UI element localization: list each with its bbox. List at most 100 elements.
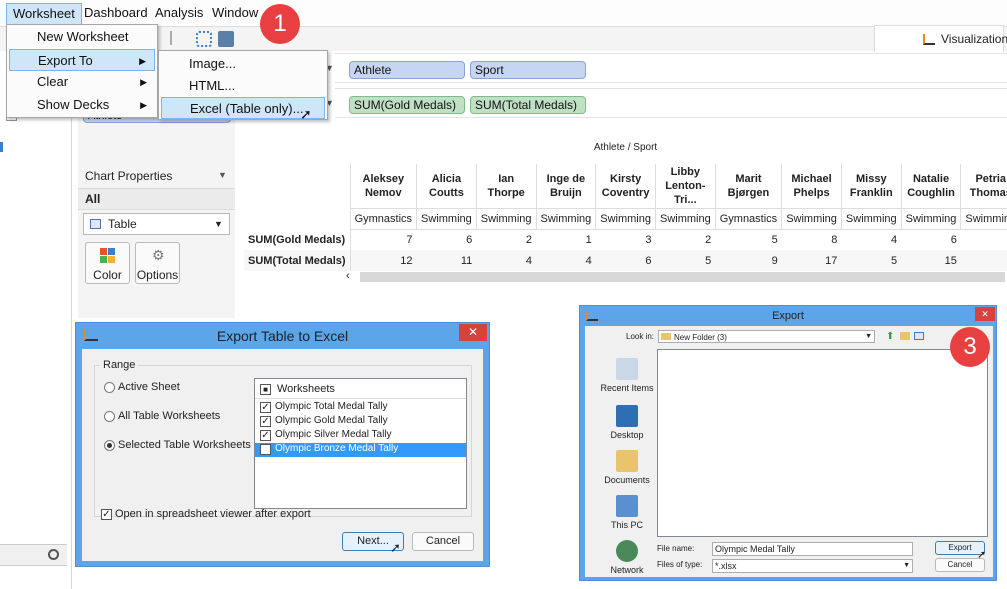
chart-properties-label: Chart Properties: [85, 169, 173, 183]
menu-dashboard[interactable]: Dashboard: [84, 5, 148, 20]
horizontal-scrollbar[interactable]: ‹: [344, 270, 1007, 284]
columns-shelf[interactable]: Athlete Sport: [335, 53, 1007, 83]
athlete-header: Libby Lenton-Tri...: [654, 164, 716, 208]
data-source-icon[interactable]: [218, 31, 234, 47]
cancel-button[interactable]: Cancel: [935, 558, 985, 572]
table-cell: 4: [961, 250, 1007, 271]
scroll-left-icon[interactable]: ‹: [346, 270, 350, 282]
chart-type-select[interactable]: Table ▼: [83, 213, 230, 235]
menu-worksheet[interactable]: Worksheet: [6, 3, 82, 25]
bar-chart-icon[interactable]: [170, 31, 180, 45]
athlete-header: Petria Thomas: [960, 164, 1007, 208]
menu-analysis[interactable]: Analysis: [155, 5, 203, 20]
table-cell: 17: [825, 254, 838, 267]
chart-type-label: Table: [108, 217, 137, 231]
files-of-type-select[interactable]: *.xlsx ▼: [712, 559, 913, 573]
desktop-icon: [616, 405, 638, 427]
worksheet-checkbox[interactable]: ✓: [260, 402, 271, 413]
select-all-checkbox[interactable]: ■: [260, 384, 271, 395]
table-cell: 6: [466, 233, 473, 246]
sport-header-row: Gymnastics Swimming Swimming Swimming Sw…: [244, 207, 1007, 230]
up-folder-icon[interactable]: ⬆: [886, 331, 894, 342]
place-network[interactable]: Network: [595, 540, 659, 575]
crosstab-table: Aleksey Nemov Alicia Coutts Ian Thorpe I…: [244, 164, 1007, 271]
look-in-label: Look in:: [626, 332, 655, 341]
list-item[interactable]: Olympic Bronze Medal Tally: [255, 443, 466, 457]
options-button[interactable]: ⚙ Options: [135, 242, 180, 284]
field-search-bar[interactable]: [0, 544, 67, 566]
place-documents[interactable]: Documents: [595, 450, 659, 485]
rows-pill-gold[interactable]: SUM(Gold Medals): [349, 96, 465, 114]
radio-label: Active Sheet: [118, 381, 180, 393]
worksheet-checkbox[interactable]: ✓: [260, 416, 271, 427]
files-of-type-label: Files of type:: [657, 560, 703, 569]
crosstab-title: Athlete / Sport: [593, 142, 658, 153]
search-icon[interactable]: [48, 549, 59, 560]
rows-shelf[interactable]: SUM(Gold Medals) SUM(Total Medals): [335, 88, 1007, 118]
chevron-right-icon: ▶: [139, 56, 146, 66]
worksheet-name: Olympic Bronze Medal Tally: [275, 443, 399, 454]
row-header: SUM(Gold Medals): [244, 229, 351, 250]
list-item[interactable]: ✓ Olympic Gold Medal Tally: [255, 415, 466, 429]
cursor-icon: ➚: [390, 540, 401, 555]
list-item[interactable]: ✓ Olympic Silver Medal Tally: [255, 429, 466, 443]
look-in-select[interactable]: New Folder (3) ▼: [658, 330, 875, 343]
chart-properties-panel: Chart Properties ▼ All Table ▼ Color ⚙ O…: [78, 162, 235, 318]
radio-selected-worksheets[interactable]: [104, 440, 115, 451]
columns-pill-sport[interactable]: Sport: [470, 61, 586, 79]
worksheet-name: Olympic Total Medal Tally: [275, 401, 388, 412]
columns-pill-athlete[interactable]: Athlete: [349, 61, 465, 79]
worksheet-menu: New Worksheet Export To ▶ Clear ▶ Show Dec…: [6, 24, 158, 118]
menu-item-new-worksheet[interactable]: New Worksheet: [9, 26, 155, 48]
menu-item-image[interactable]: Image...: [161, 53, 325, 75]
file-name-input[interactable]: Olympic Medal Tally: [712, 542, 913, 556]
radio-active-sheet[interactable]: [104, 382, 115, 393]
worksheet-checkbox[interactable]: [260, 444, 271, 455]
chevron-down-icon: ▼: [865, 333, 872, 340]
list-item[interactable]: ✓ Olympic Total Medal Tally: [255, 401, 466, 415]
table-cell: 4: [585, 254, 592, 267]
table-cell: 2: [525, 233, 533, 246]
worksheet-name: Olympic Gold Medal Tally: [275, 415, 388, 426]
sport-header: Swimming: [416, 207, 477, 230]
table-cell: 7: [406, 233, 413, 246]
menu-item-html[interactable]: HTML...: [161, 75, 325, 97]
scrollbar-thumb[interactable]: [360, 272, 1005, 282]
folder-icon: [661, 333, 671, 340]
cancel-button[interactable]: Cancel: [412, 532, 474, 551]
athlete-header-row: Aleksey Nemov Alicia Coutts Ian Thorpe I…: [244, 164, 1007, 208]
menu-item-show-decks[interactable]: Show Decks ▶: [9, 94, 155, 116]
table-cell: 2: [705, 233, 712, 246]
chevron-down-icon: ▼: [214, 219, 223, 229]
place-desktop[interactable]: Desktop: [595, 405, 659, 440]
sport-header: Swimming: [960, 207, 1007, 230]
radio-all-worksheets[interactable]: [104, 411, 115, 422]
athlete-header: Missy Franklin: [840, 164, 902, 208]
table-cell: 6: [950, 233, 957, 246]
new-folder-icon[interactable]: [900, 332, 910, 340]
radio-label: Selected Table Worksheets: [118, 439, 251, 451]
close-button[interactable]: ✕: [975, 307, 995, 321]
color-button[interactable]: Color: [85, 242, 130, 284]
worksheet-checkbox[interactable]: ✓: [260, 430, 271, 441]
callout-1: 1: [260, 4, 300, 44]
close-button[interactable]: ✕: [459, 324, 487, 341]
visualization-tab[interactable]: Visualization: [874, 25, 1007, 52]
view-menu-icon[interactable]: [914, 332, 924, 340]
athlete-header: Natalie Coughlin: [900, 164, 961, 208]
chevron-down-icon[interactable]: ▼: [218, 170, 227, 180]
menu-item-clear[interactable]: Clear ▶: [9, 71, 155, 93]
all-marks-tab[interactable]: All: [78, 188, 235, 210]
athlete-header: Alicia Coutts: [416, 164, 477, 208]
rows-pill-total[interactable]: SUM(Total Medals): [470, 96, 586, 114]
sport-header: Swimming: [654, 207, 716, 230]
open-viewer-checkbox[interactable]: ✓: [101, 509, 112, 520]
menu-window[interactable]: Window: [212, 5, 258, 20]
refresh-icon[interactable]: [196, 31, 212, 47]
this-pc-icon: [616, 495, 638, 517]
table-cell: 11: [460, 254, 473, 267]
menu-item-export-to[interactable]: Export To ▶: [9, 49, 155, 71]
place-recent-items[interactable]: Recent Items: [595, 358, 659, 393]
place-this-pc[interactable]: This PC: [595, 495, 659, 530]
file-list[interactable]: [657, 349, 988, 537]
